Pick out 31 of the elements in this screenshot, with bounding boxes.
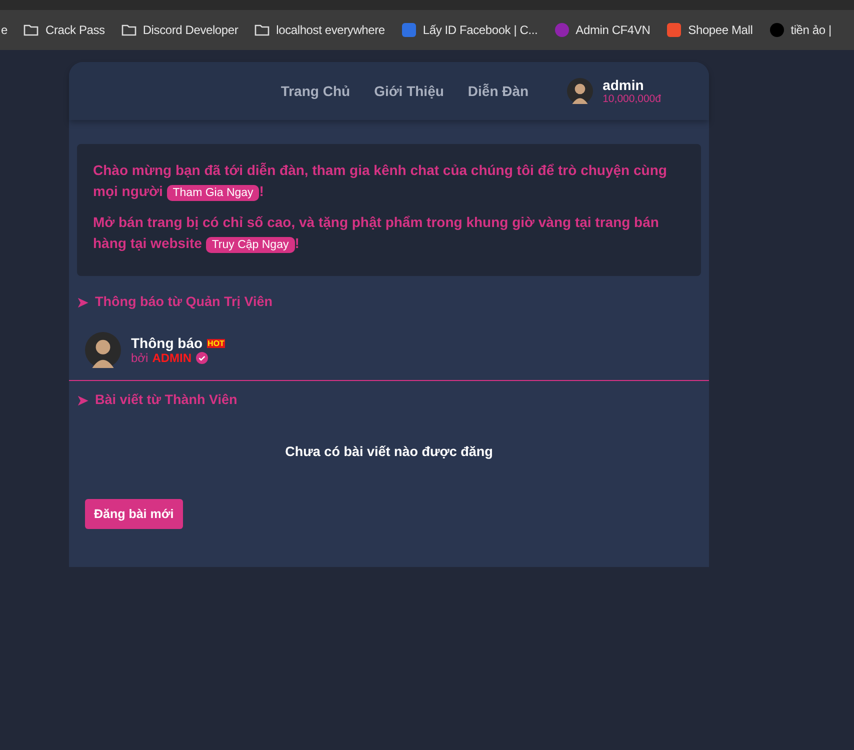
bookmark[interactable]: Discord Developer — [120, 22, 238, 38]
hot-badge: HOT — [206, 338, 226, 348]
notice-link[interactable]: Tham Gia Ngay — [166, 185, 260, 201]
folder-icon — [120, 22, 137, 38]
bookmark[interactable]: Lấy ID Facebook | C... — [400, 22, 538, 38]
nav-link[interactable]: Diễn Đàn — [468, 83, 529, 99]
bookmark[interactable]: tiền ảo | — [768, 22, 832, 38]
notice-link[interactable]: Truy Cập Ngay — [206, 237, 295, 253]
avatar-icon — [85, 332, 121, 368]
section-title: Thông báo từ Quản Trị Viên — [95, 294, 273, 310]
folder-icon — [254, 22, 270, 38]
bookmark[interactable]: Admin CF4VN — [554, 22, 650, 38]
user-balance: 10,000,000đ — [602, 93, 661, 105]
empty-message: Chưa có bài viết nào được đăng — [284, 444, 494, 459]
avatar-icon — [566, 78, 593, 104]
bookmark[interactable]: Crack Pass — [23, 22, 105, 38]
post-title[interactable]: Thông báo — [131, 335, 203, 351]
notice-text: Mở bán trang bị có chỉ số cao, và tặng phật phẩm trong khung giờ vàng tại trang bán hàng tại website Truy Cập Ngay ! — [93, 213, 660, 255]
nav-link[interactable]: Giới Thiệu — [374, 83, 444, 99]
bookmark[interactable]: e — [1, 23, 8, 37]
bookmark[interactable]: Shopee Mall — [666, 22, 753, 38]
bookmark[interactable]: localhost everywhere — [254, 22, 385, 38]
section-title: Bài viết từ Thành Viên — [95, 392, 238, 408]
arrow-icon: ➤ — [77, 294, 89, 310]
by-label: bởi — [131, 351, 148, 365]
new-post-button[interactable]: Đăng bài mới — [85, 499, 183, 529]
nav-link[interactable]: Trang Chủ — [280, 83, 350, 99]
notice-text: Chào mừng bạn đã tới diễn đàn, tham gia kênh chat của chúng tôi để trò chuyện cùng mọi người Tham Gia Ngay ! — [93, 161, 668, 203]
folder-icon — [23, 22, 40, 38]
arrow-icon: ➤ — [77, 392, 89, 408]
user-name: admin — [602, 77, 645, 93]
